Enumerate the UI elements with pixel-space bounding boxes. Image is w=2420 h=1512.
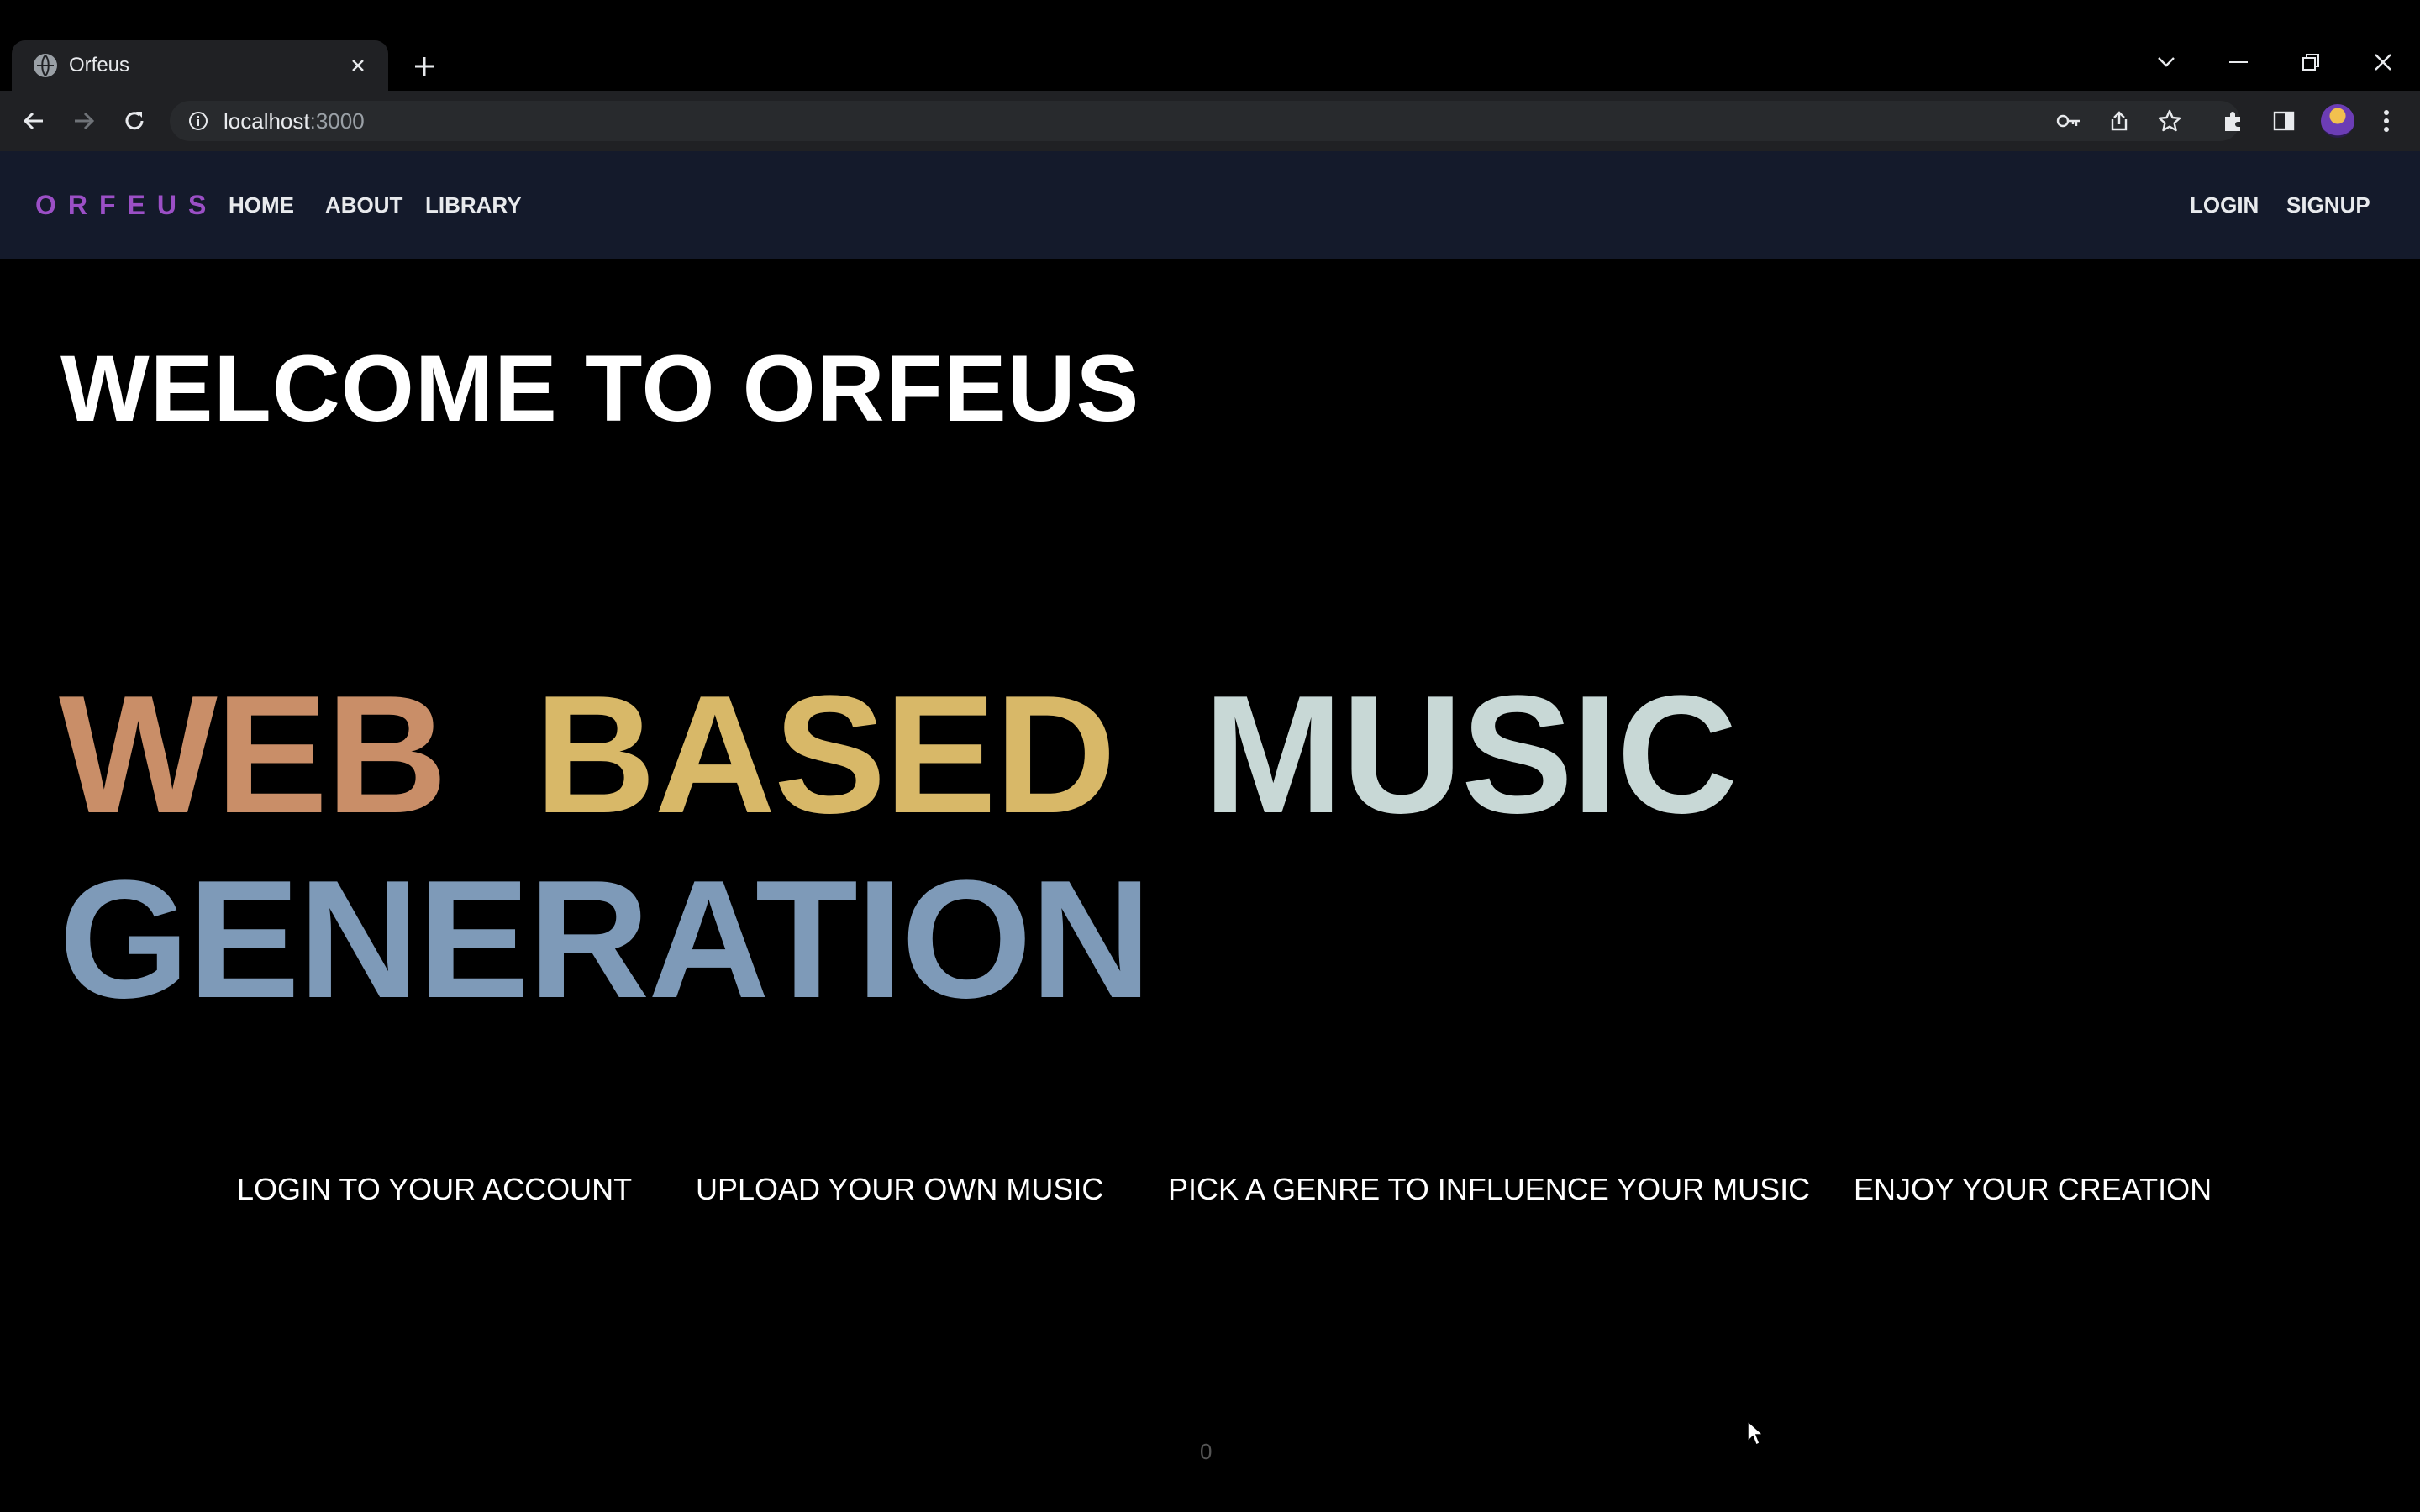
counter-text: 0 <box>1200 1439 1213 1464</box>
restore-icon[interactable] <box>2287 44 2334 81</box>
globe-icon <box>34 54 57 77</box>
step-upload: UPLOAD YOUR OWN MUSIC <box>696 1172 1104 1206</box>
url-port: :3000 <box>309 108 365 134</box>
reload-icon[interactable] <box>116 102 153 139</box>
minimize-icon[interactable] <box>2215 44 2262 81</box>
window-close-icon[interactable] <box>2360 44 2407 81</box>
side-panel-icon[interactable] <box>2265 102 2302 139</box>
profile-avatar[interactable] <box>2321 104 2354 138</box>
nav-library[interactable]: LIBRARY <box>425 190 522 220</box>
browser-toolbar: localhost:3000 <box>0 91 2420 151</box>
step-pick-genre: PICK A GENRE TO INFLUENCE YOUR MUSIC <box>1168 1172 1811 1206</box>
bookmark-star-icon[interactable] <box>2156 108 2183 134</box>
hero-word-generation: GENERATION <box>59 846 1152 1033</box>
back-arrow-icon[interactable] <box>15 102 52 139</box>
nav-home[interactable]: HOME <box>229 190 294 220</box>
hero-word-web: WEB <box>59 661 448 848</box>
url-host: localhost <box>224 108 310 134</box>
mouse-cursor-icon <box>1747 1420 1765 1446</box>
tab-close-icon[interactable] <box>343 50 373 81</box>
hero-word-based: BASED <box>534 661 1116 848</box>
nav-about[interactable]: ABOUT <box>325 190 402 220</box>
nav-signup[interactable]: SIGNUP <box>2286 190 2370 220</box>
site-info-icon[interactable] <box>188 111 208 131</box>
brand-logo[interactable]: ORFEUS <box>35 188 218 222</box>
address-url: localhost:3000 <box>224 108 365 134</box>
hero-word-music: MUSIC <box>1202 661 1738 848</box>
welcome-heading: WELCOME TO ORFEUS <box>60 336 1140 441</box>
browser-tab-active[interactable]: Orfeus <box>12 40 388 91</box>
share-icon[interactable] <box>2106 108 2133 134</box>
page-viewport: ORFEUS HOME ABOUT LIBRARY LOGIN SIGNUP W… <box>0 151 2420 1512</box>
forward-arrow-icon[interactable] <box>66 102 103 139</box>
step-login: LOGIN TO YOUR ACCOUNT <box>237 1172 633 1206</box>
address-bar[interactable]: localhost:3000 <box>170 101 2240 141</box>
hero-line-2: GENERATION <box>59 843 1152 1037</box>
new-tab-plus-icon[interactable] <box>407 49 442 84</box>
tab-title: Orfeus <box>69 54 130 76</box>
step-enjoy: ENJOY YOUR CREATION <box>1854 1172 2212 1206</box>
tab-search-chevron-icon[interactable] <box>2143 44 2190 81</box>
password-key-icon[interactable] <box>2055 108 2082 134</box>
extensions-puzzle-icon[interactable] <box>2215 102 2252 139</box>
browser-tabstrip: Orfeus <box>0 0 2420 91</box>
app-navbar: ORFEUS HOME ABOUT LIBRARY LOGIN SIGNUP <box>0 151 2420 259</box>
hero-line-1: WEB BASED MUSIC <box>59 659 1738 852</box>
nav-login[interactable]: LOGIN <box>2190 190 2259 220</box>
browser-menu-kebab-icon[interactable] <box>2368 102 2405 139</box>
